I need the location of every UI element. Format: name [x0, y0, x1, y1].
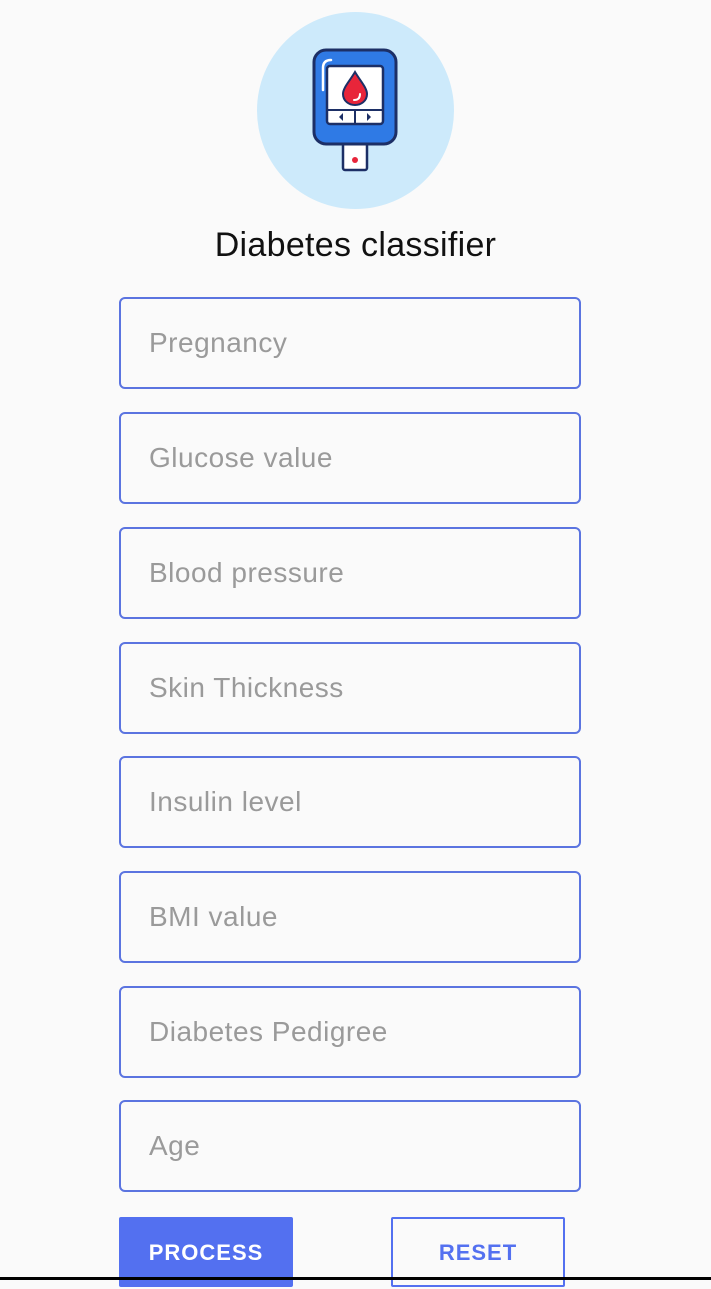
insulin-field[interactable]	[119, 756, 581, 848]
insulin-input[interactable]	[121, 758, 579, 846]
page-title: Diabetes classifier	[214, 226, 497, 264]
glucose-input[interactable]	[121, 414, 579, 502]
blood-pressure-field[interactable]	[119, 527, 581, 619]
app-logo	[257, 12, 454, 209]
skin-thickness-input[interactable]	[121, 644, 579, 732]
glucose-field[interactable]	[119, 412, 581, 504]
blood-pressure-input[interactable]	[121, 529, 579, 617]
bmi-field[interactable]	[119, 871, 581, 963]
pregnancy-field[interactable]	[119, 297, 581, 389]
age-input[interactable]	[121, 1102, 579, 1190]
bmi-input[interactable]	[121, 873, 579, 961]
diabetes-pedigree-input[interactable]	[121, 988, 579, 1076]
age-field[interactable]	[119, 1100, 581, 1192]
skin-thickness-field[interactable]	[119, 642, 581, 734]
glucose-meter-icon	[312, 48, 398, 172]
pregnancy-input[interactable]	[121, 299, 579, 387]
diabetes-pedigree-field[interactable]	[119, 986, 581, 1078]
